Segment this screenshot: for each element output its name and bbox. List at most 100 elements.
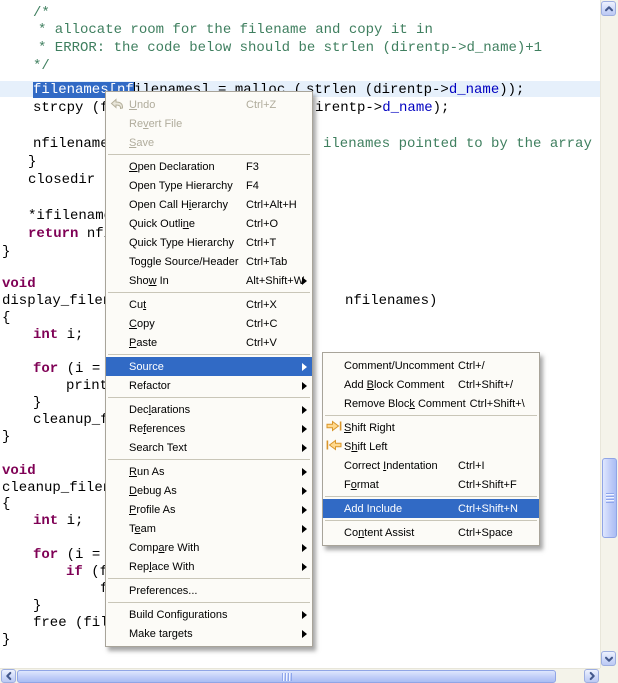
menu-item-content-assist[interactable]: Content AssistCtrl+Space xyxy=(323,523,539,542)
menu-item-accelerator: Ctrl+Shift+N xyxy=(458,503,518,515)
scroll-down-button[interactable] xyxy=(601,651,616,666)
menu-item-compare-with[interactable]: Compare With xyxy=(106,538,312,557)
menu-item-label: Preferences... xyxy=(129,585,246,597)
menu-item-label: Shift Left xyxy=(344,441,458,453)
menu-item-label: Shift Right xyxy=(344,422,458,434)
menu-item-format[interactable]: FormatCtrl+Shift+F xyxy=(323,475,539,494)
menu-item-label: Build Configurations xyxy=(129,609,246,621)
menu-item-cut[interactable]: CutCtrl+X xyxy=(106,295,312,314)
menu-item-replace-with[interactable]: Replace With xyxy=(106,557,312,576)
menu-item-label: Replace With xyxy=(129,561,246,573)
menu-item-quick-type-hierarchy[interactable]: Quick Type HierarchyCtrl+T xyxy=(106,233,312,252)
scrollbar-corner xyxy=(600,668,618,683)
menu-item-correct-indentation[interactable]: Correct IndentationCtrl+I xyxy=(323,456,539,475)
shift-left-icon xyxy=(325,439,343,454)
menu-item-accelerator: Ctrl+Z xyxy=(246,99,276,111)
menu-item-toggle-source-header[interactable]: Toggle Source/HeaderCtrl+Tab xyxy=(106,252,312,271)
code-line: */ xyxy=(0,59,600,76)
menu-item-accelerator: Ctrl+O xyxy=(246,218,278,230)
menu-item-shift-right[interactable]: Shift Right xyxy=(323,418,539,437)
submenu-arrow-icon xyxy=(302,630,307,638)
code-fragment: { xyxy=(2,311,10,326)
menu-item-remove-block-comment[interactable]: Remove Block CommentCtrl+Shift+\ xyxy=(323,394,539,413)
vertical-scrollbar[interactable] xyxy=(600,0,618,668)
code-line: /* xyxy=(0,6,600,23)
code-fragment: } xyxy=(28,155,36,170)
menu-item-accelerator: Ctrl+Shift+F xyxy=(458,479,517,491)
menu-item-label: References xyxy=(129,423,246,435)
menu-item-accelerator: F3 xyxy=(246,161,259,173)
scroll-right-button[interactable] xyxy=(584,669,599,683)
code-fragment: * ERROR: the code below should be strlen… xyxy=(38,41,542,56)
scroll-left-button[interactable] xyxy=(1,669,16,683)
menu-item-label: Debug As xyxy=(129,485,246,497)
menu-item-debug-as[interactable]: Debug As xyxy=(106,481,312,500)
menu-item-open-declaration[interactable]: Open DeclarationF3 xyxy=(106,157,312,176)
code-fragment: /* xyxy=(33,6,50,21)
menu-item-label: Compare With xyxy=(129,542,246,554)
menu-item-label: Quick Outline xyxy=(129,218,246,230)
menu-item-accelerator: Ctrl+C xyxy=(246,318,277,330)
menu-item-preferences[interactable]: Preferences... xyxy=(106,581,312,600)
code-fragment: void xyxy=(2,277,36,292)
vertical-scroll-thumb[interactable] xyxy=(602,458,617,538)
menu-item-copy[interactable]: CopyCtrl+C xyxy=(106,314,312,333)
chevron-up-icon xyxy=(603,3,615,15)
menu-item-source[interactable]: Source xyxy=(106,357,312,376)
menu-item-accelerator: Ctrl+X xyxy=(246,299,277,311)
menu-item-build-configurations[interactable]: Build Configurations xyxy=(106,605,312,624)
menu-item-make-targets[interactable]: Make targets xyxy=(106,624,312,643)
submenu-arrow-icon xyxy=(302,468,307,476)
menu-item-label: Source xyxy=(129,361,246,373)
code-fragment: } xyxy=(33,599,41,614)
menu-item-accelerator: Ctrl+Shift+\ xyxy=(470,398,525,410)
horizontal-scroll-thumb[interactable] xyxy=(17,670,556,683)
menu-item-references[interactable]: References xyxy=(106,419,312,438)
menu-item-quick-outline[interactable]: Quick OutlineCtrl+O xyxy=(106,214,312,233)
code-line: * allocate room for the filename and cop… xyxy=(0,23,600,40)
menu-item-undo[interactable]: UndoCtrl+Z xyxy=(106,95,312,114)
menu-item-save[interactable]: Save xyxy=(106,133,312,152)
submenu-arrow-icon xyxy=(302,425,307,433)
code-fragment: ilenames pointed to by the array */ xyxy=(323,137,600,152)
code-line: * ERROR: the code below should be strlen… xyxy=(0,41,600,58)
menu-item-shift-left[interactable]: Shift Left xyxy=(323,437,539,456)
menu-item-label: Undo xyxy=(129,99,246,111)
eclipse-editor-screenshot: /* * allocate room for the filename and c… xyxy=(0,0,618,683)
menu-item-label: Quick Type Hierarchy xyxy=(129,237,246,249)
menu-item-label: Add Include xyxy=(344,503,458,515)
menu-item-profile-as[interactable]: Profile As xyxy=(106,500,312,519)
menu-item-label: Toggle Source/Header xyxy=(129,256,246,268)
menu-item-paste[interactable]: PasteCtrl+V xyxy=(106,333,312,352)
menu-item-comment-uncomment[interactable]: Comment/UncommentCtrl+/ xyxy=(323,356,539,375)
submenu-arrow-icon xyxy=(302,363,307,371)
menu-item-label: Profile As xyxy=(129,504,246,516)
menu-item-label: Revert File xyxy=(129,118,246,130)
submenu-arrow-icon xyxy=(302,487,307,495)
menu-item-add-include[interactable]: Add IncludeCtrl+Shift+N xyxy=(323,499,539,518)
undo-icon xyxy=(108,97,126,112)
menu-item-add-block-comment[interactable]: Add Block CommentCtrl+Shift+/ xyxy=(323,375,539,394)
submenu-arrow-icon xyxy=(302,525,307,533)
menu-item-label: Run As xyxy=(129,466,246,478)
editor-context-menu: UndoCtrl+ZRevert FileSaveOpen Declaratio… xyxy=(105,91,313,647)
menu-item-declarations[interactable]: Declarations xyxy=(106,400,312,419)
horizontal-scrollbar[interactable] xyxy=(0,668,600,683)
menu-item-label: Correct Indentation xyxy=(344,460,458,472)
menu-item-search-text[interactable]: Search Text xyxy=(106,438,312,457)
menu-item-team[interactable]: Team xyxy=(106,519,312,538)
menu-item-accelerator: Ctrl+Alt+H xyxy=(246,199,297,211)
menu-item-run-as[interactable]: Run As xyxy=(106,462,312,481)
scroll-up-button[interactable] xyxy=(601,1,616,16)
code-fragment: * allocate room for the filename and cop… xyxy=(38,23,433,38)
menu-item-open-type-hierarchy[interactable]: Open Type HierarchyF4 xyxy=(106,176,312,195)
menu-item-accelerator: Ctrl+T xyxy=(246,237,276,249)
menu-item-open-call-hierarchy[interactable]: Open Call HierarchyCtrl+Alt+H xyxy=(106,195,312,214)
code-fragment: int i; xyxy=(33,328,83,343)
menu-item-refactor[interactable]: Refactor xyxy=(106,376,312,395)
thumb-grip xyxy=(606,493,614,503)
shift-right-icon xyxy=(325,420,343,435)
menu-item-revert-file[interactable]: Revert File xyxy=(106,114,312,133)
menu-item-show-in[interactable]: Show InAlt+Shift+W xyxy=(106,271,312,290)
menu-item-label: Paste xyxy=(129,337,246,349)
